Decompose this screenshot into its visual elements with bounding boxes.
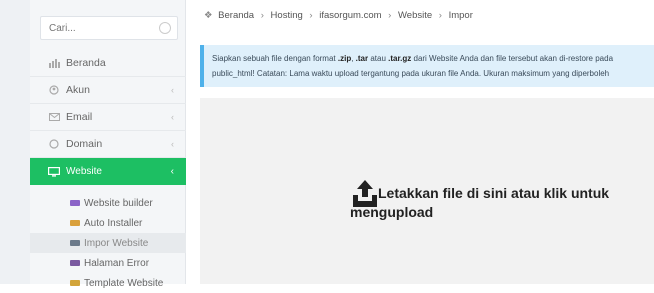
breadcrumb-item[interactable]: ifasorgum.com: [319, 10, 381, 21]
search-input[interactable]: [41, 17, 167, 39]
user-icon: [48, 85, 60, 95]
search-icon: [159, 22, 171, 34]
website-submenu: Website builder Auto Installer Impor Web…: [30, 185, 186, 293]
main-content: ❖ Beranda › Hosting › ifasorgum.com › We…: [186, 0, 654, 284]
sidebar-item-akun[interactable]: Akun ‹: [30, 77, 186, 104]
chevron-left-icon: ‹: [171, 139, 174, 149]
breadcrumb-separator: ›: [388, 10, 392, 21]
breadcrumb: ❖ Beranda › Hosting › ifasorgum.com › We…: [204, 10, 473, 21]
home-icon: ❖: [204, 10, 213, 21]
sidebar-item-label: Domain: [66, 138, 103, 150]
email-icon: [48, 112, 60, 122]
submenu-item-label: Halaman Error: [84, 257, 150, 269]
submenu-item-website-builder[interactable]: Website builder: [30, 193, 186, 213]
search-box[interactable]: [40, 16, 178, 40]
dropzone-text: Letakkan file di sini atau klik untuk me…: [350, 184, 620, 222]
sidebar-item-email[interactable]: Email ‹: [30, 104, 186, 131]
submenu-item-label: Template Website: [84, 277, 164, 289]
sidebar-item-website[interactable]: Website ‹: [30, 158, 186, 185]
sidebar-item-label: Website: [66, 166, 102, 177]
breadcrumb-separator: ›: [438, 10, 442, 21]
submenu-item-halaman-error[interactable]: Halaman Error: [30, 253, 186, 273]
submenu-item-auto-installer[interactable]: Auto Installer: [30, 213, 186, 233]
alert-line-1: Siapkan sebuah file dengan format .zip, …: [212, 51, 654, 66]
alert-text: atau: [368, 54, 389, 63]
breadcrumb-item[interactable]: Beranda: [218, 10, 254, 21]
breadcrumb-item[interactable]: Hosting: [271, 10, 303, 21]
sidebar-item-label: Beranda: [66, 57, 106, 69]
left-gutter: [0, 0, 30, 284]
info-alert: Siapkan sebuah file dengan format .zip, …: [200, 45, 654, 87]
chevron-left-icon: ‹: [171, 112, 174, 122]
submenu-item-label: Website builder: [84, 197, 153, 209]
dropzone-label: Letakkan file di sini atau klik untuk me…: [350, 185, 610, 220]
sidebar-item-beranda[interactable]: Beranda: [30, 50, 186, 77]
alert-format-zip: .zip: [337, 54, 352, 63]
import-icon: [70, 240, 80, 246]
dashboard-icon: [48, 58, 60, 68]
file-dropzone[interactable]: Letakkan file di sini atau klik untuk me…: [200, 98, 654, 284]
sidebar: Beranda Akun ‹ Email ‹ Domain ‹: [30, 0, 186, 289]
submenu-item-label: Impor Website: [84, 237, 149, 249]
chevron-left-icon: ‹: [171, 85, 174, 95]
sidebar-menu: Beranda Akun ‹ Email ‹ Domain ‹ Website …: [30, 50, 186, 293]
submenu-item-template-website[interactable]: Template Website: [30, 273, 186, 293]
builder-icon: [70, 200, 80, 206]
error-page-icon: [70, 260, 80, 266]
alert-text: Siapkan sebuah file dengan format: [212, 54, 338, 63]
breadcrumb-item[interactable]: Website: [398, 10, 432, 21]
breadcrumb-separator: ›: [260, 10, 264, 21]
sidebar-item-label: Email: [66, 111, 93, 123]
globe-icon: [48, 139, 60, 149]
breadcrumb-item-current: Impor: [448, 10, 473, 21]
template-icon: [70, 280, 80, 286]
alert-text: dari Website Anda dan file tersebut akan…: [411, 54, 614, 63]
alert-format-targz: .tar.gz: [388, 54, 412, 63]
alert-format-tar: .tar: [355, 54, 369, 63]
sidebar-item-label: Akun: [66, 84, 90, 96]
sidebar-item-domain[interactable]: Domain ‹: [30, 131, 186, 158]
breadcrumb-separator: ›: [309, 10, 313, 21]
submenu-item-label: Auto Installer: [84, 217, 143, 229]
submenu-item-impor-website[interactable]: Impor Website: [30, 233, 186, 253]
monitor-icon: [48, 166, 60, 177]
installer-icon: [70, 220, 80, 226]
chevron-left-icon: ‹: [170, 166, 174, 177]
alert-line-2: public_html! Catatan: Lama waktu upload …: [212, 69, 610, 78]
